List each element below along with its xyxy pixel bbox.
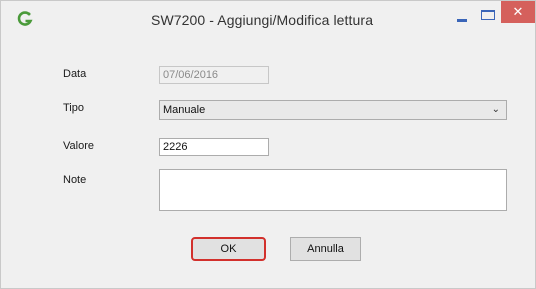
maximize-button[interactable]	[478, 6, 498, 22]
tipo-label: Tipo	[63, 102, 84, 114]
chevron-down-icon[interactable]: ⌄	[492, 101, 500, 119]
ok-button[interactable]: OK	[191, 237, 266, 261]
valore-label: Valore	[63, 140, 94, 152]
note-textarea[interactable]	[159, 169, 507, 211]
note-label: Note	[63, 174, 87, 186]
tipo-selected-value: Manuale	[163, 104, 206, 116]
data-label: Data	[63, 68, 87, 80]
close-button[interactable]: ✕	[501, 1, 535, 23]
dialog-window: SW7200 - Aggiungi/Modifica lettura ✕ Dat…	[0, 0, 536, 289]
valore-field[interactable]: 2226	[159, 138, 269, 156]
cancel-button[interactable]: Annulla	[290, 237, 361, 261]
app-logo-icon	[17, 11, 33, 26]
tipo-select[interactable]: Manuale ⌄	[159, 100, 507, 120]
window-title: SW7200 - Aggiungi/Modifica lettura	[151, 12, 374, 28]
title-bar: SW7200 - Aggiungi/Modifica lettura ✕	[1, 1, 535, 39]
minimize-button[interactable]	[449, 8, 477, 30]
data-field: 07/06/2016	[159, 66, 269, 84]
